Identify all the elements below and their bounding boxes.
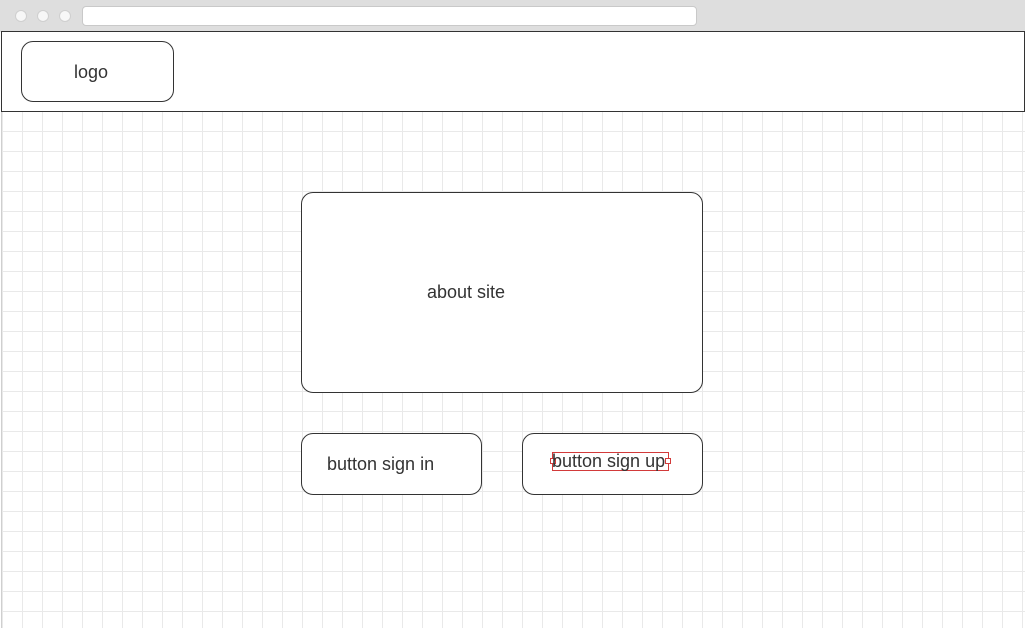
logo-label: logo (74, 62, 109, 82)
about-site-box[interactable]: about site (301, 192, 703, 393)
sign-in-button[interactable]: button sign in (301, 433, 482, 495)
logo-placeholder[interactable]: logo (21, 41, 174, 102)
window-maximize-icon[interactable] (59, 10, 71, 22)
window-minimize-icon[interactable] (37, 10, 49, 22)
about-site-label: about site (427, 282, 506, 302)
resize-handle-right[interactable] (665, 458, 671, 464)
sign-up-button[interactable]: button sign up (522, 433, 703, 495)
window-close-icon[interactable] (15, 10, 27, 22)
address-bar[interactable] (82, 6, 697, 26)
browser-chrome (0, 0, 1025, 32)
sign-in-label: button sign in (327, 454, 435, 474)
sign-up-label[interactable]: button sign up (552, 452, 665, 471)
